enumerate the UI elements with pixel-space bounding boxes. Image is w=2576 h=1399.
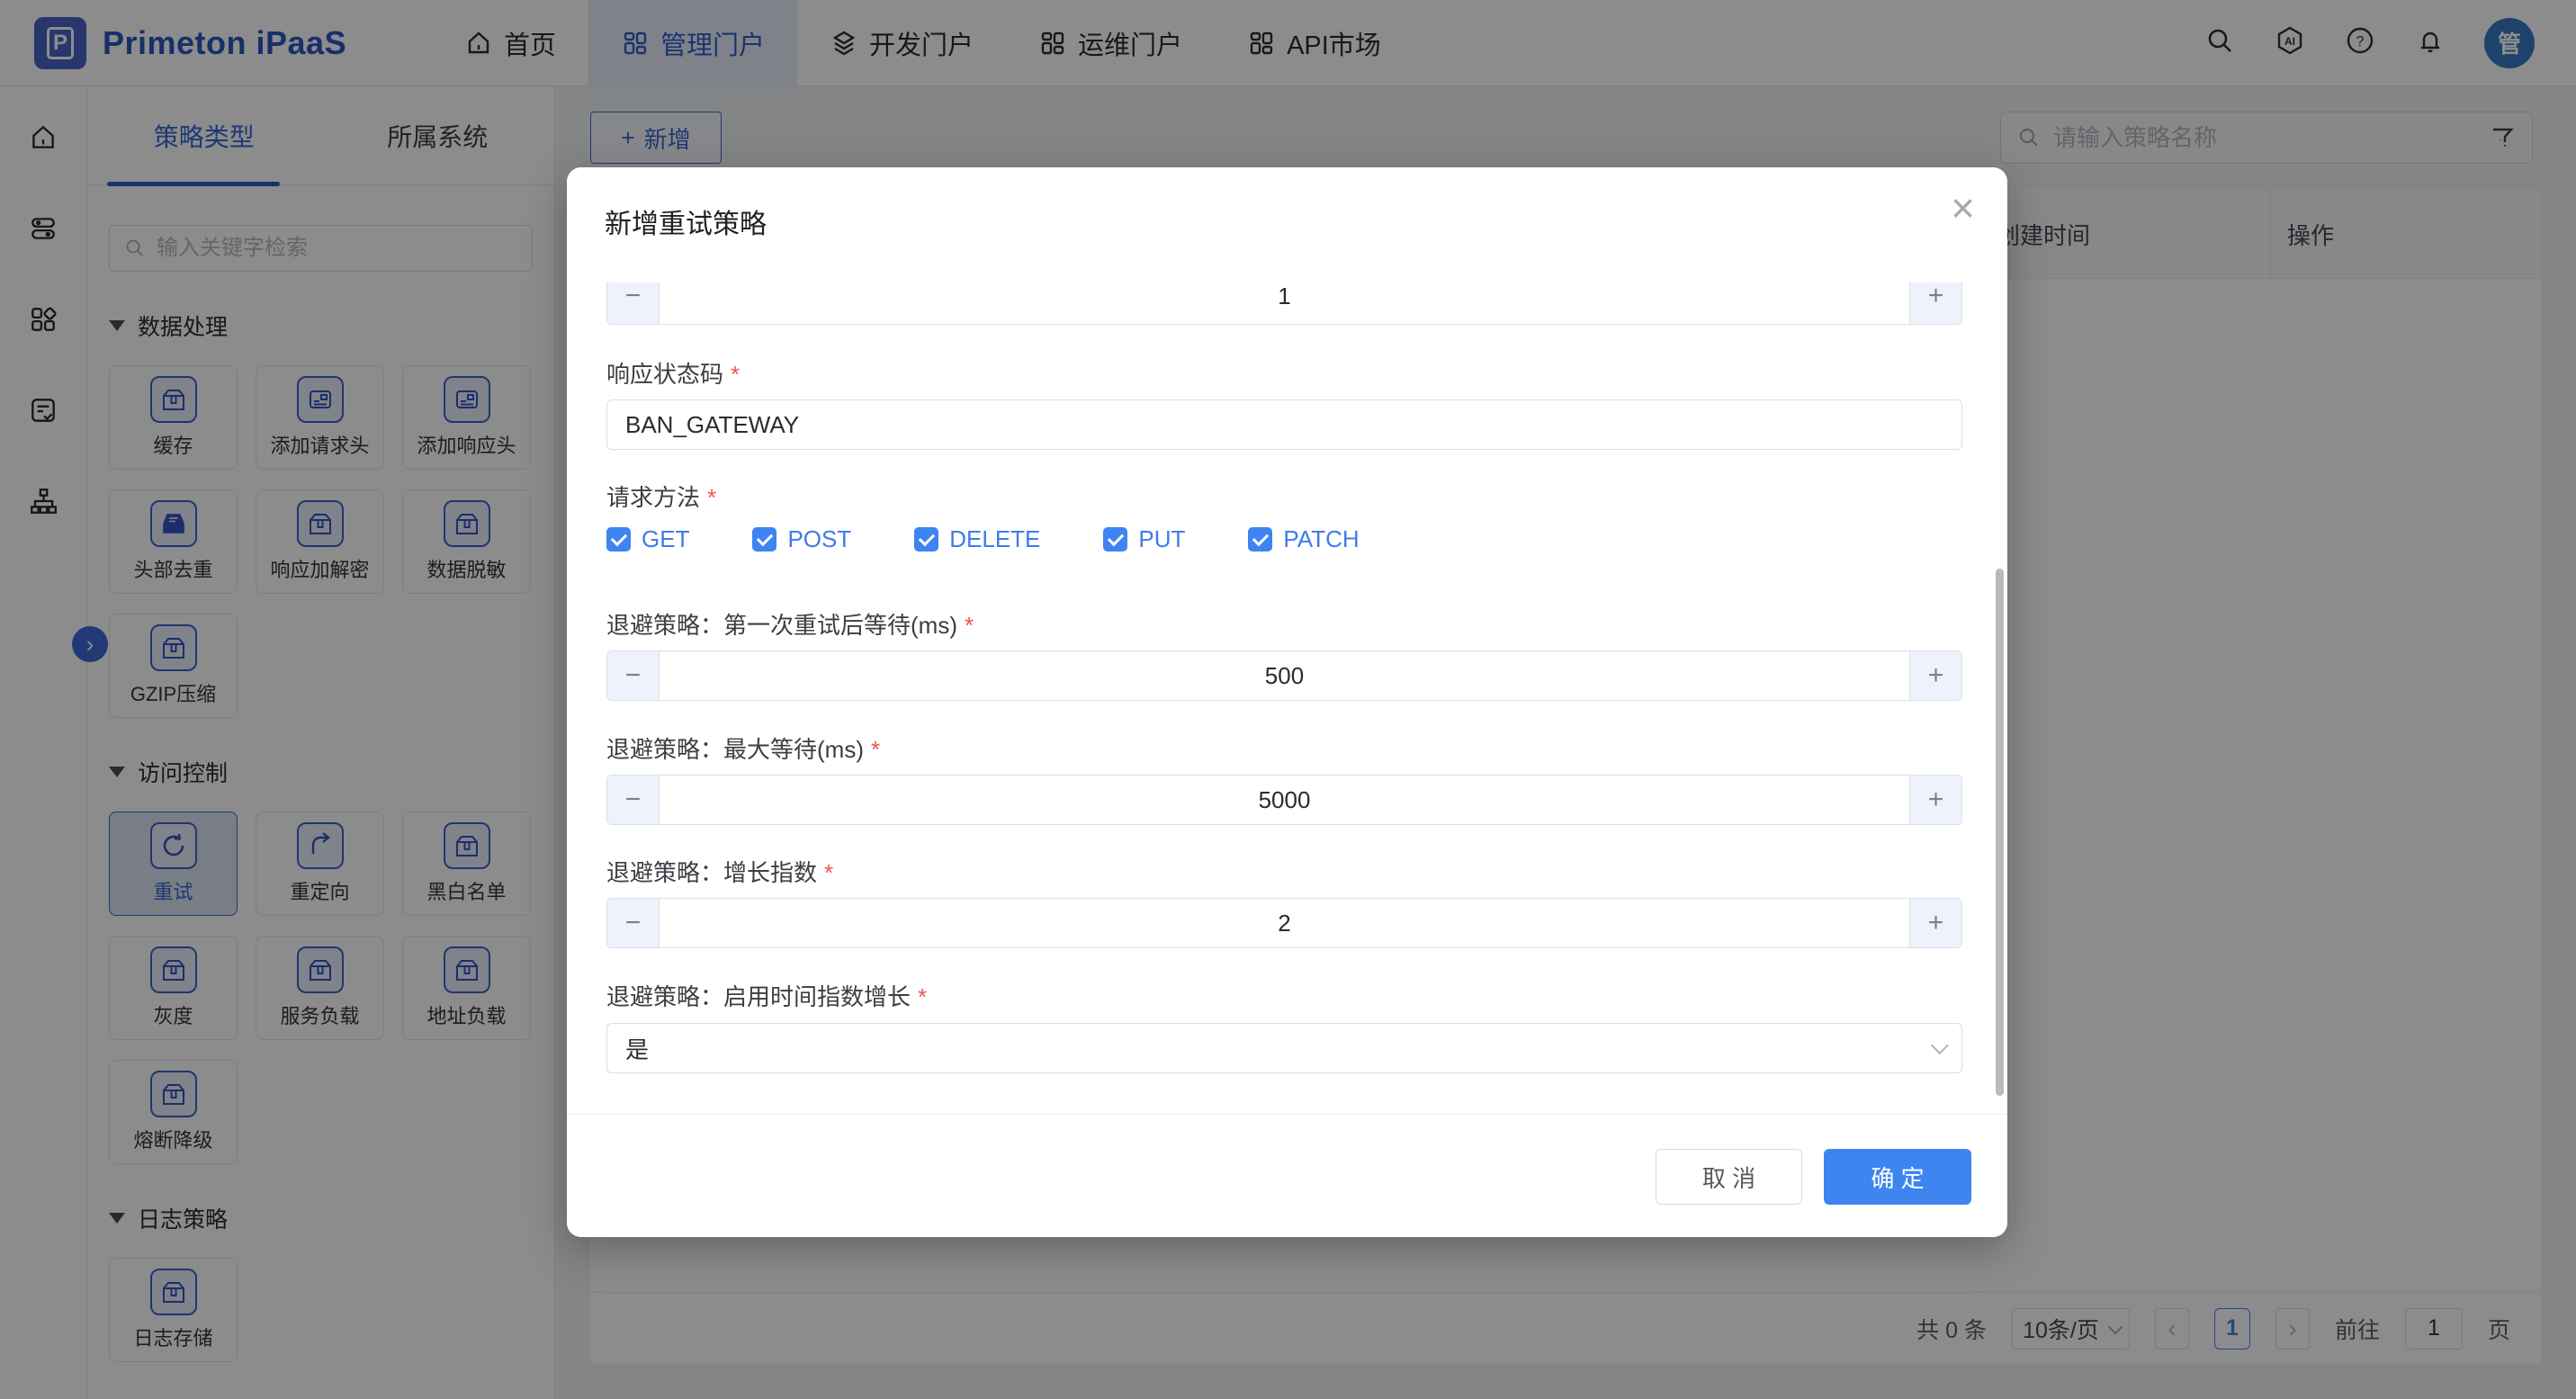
checkbox-checked-icon [606, 527, 631, 552]
label-text: 退避策略：最大等待(ms) [606, 736, 864, 763]
increment-button[interactable]: + [1909, 899, 1961, 947]
enable-exponent-select[interactable]: 是 [606, 1023, 1962, 1073]
method-label: POST [787, 525, 851, 553]
checkbox-checked-icon [1248, 527, 1272, 552]
label-text: 退避策略：增长指数 [606, 859, 817, 886]
app-root: P Primeton iPaaS 首页 管理门户 开发门户 运维门户 [0, 0, 2576, 1399]
method-checkbox-PATCH[interactable]: PATCH [1248, 525, 1359, 553]
modal-footer: 取 消 确 定 [567, 1114, 2007, 1237]
decrement-button[interactable]: − [607, 899, 660, 947]
growth-exponent-stepper: − 2 + [606, 898, 1962, 948]
method-checkbox-PUT[interactable]: PUT [1103, 525, 1185, 553]
label-text: 响应状态码 [606, 361, 723, 388]
add-retry-policy-modal: − 1 + 响应状态码* 请求方法* GETPOSTDELETEPUTPATCH… [567, 167, 2007, 1237]
select-value: 是 [625, 1032, 649, 1065]
required-asterisk: * [707, 484, 716, 511]
status-code-input[interactable] [606, 399, 1962, 450]
label-text: 退避策略：第一次重试后等待(ms) [606, 612, 957, 639]
increment-button[interactable]: + [1909, 651, 1961, 700]
required-asterisk: * [965, 612, 974, 639]
method-checkbox-DELETE[interactable]: DELETE [914, 525, 1040, 553]
max-wait-label: 退避策略：最大等待(ms) * [606, 731, 880, 765]
max-wait-value[interactable]: 5000 [660, 776, 1909, 824]
first-wait-label: 退避策略：第一次重试后等待(ms) * [606, 607, 974, 641]
growth-exponent-label: 退避策略：增长指数 * [606, 855, 833, 888]
decrement-button[interactable]: − [607, 776, 660, 824]
chevron-down-icon [1931, 1036, 1949, 1054]
modal-title: 新增重试策略 [605, 202, 767, 241]
method-label: PUT [1138, 525, 1185, 553]
request-method-checkbox-group: GET POST DELETE PUT PATCH [606, 520, 1360, 558]
method-label: PATCH [1283, 525, 1359, 553]
max-wait-stepper: − 5000 + [606, 775, 1962, 825]
required-asterisk: * [731, 361, 740, 388]
label-text: 退避策略：启用时间指数增长 [606, 983, 911, 1010]
increment-button[interactable]: + [1909, 776, 1961, 824]
growth-exponent-value[interactable]: 2 [660, 899, 1909, 947]
method-label: DELETE [949, 525, 1040, 553]
method-checkbox-POST[interactable]: POST [752, 525, 851, 553]
label-text: 请求方法 [606, 484, 700, 511]
request-method-label: 请求方法 * [606, 480, 716, 513]
status-code-label: 响应状态码 * [606, 356, 740, 390]
confirm-button[interactable]: 确 定 [1824, 1149, 1971, 1205]
first-wait-value[interactable]: 500 [660, 651, 1909, 700]
checkbox-checked-icon [1103, 527, 1127, 552]
cancel-button[interactable]: 取 消 [1656, 1149, 1802, 1205]
required-asterisk: * [824, 859, 833, 886]
enable-exponent-label: 退避策略：启用时间指数增长 * [606, 979, 927, 1012]
checkbox-checked-icon [914, 527, 938, 552]
modal-header: 新增重试策略 × [567, 167, 2007, 282]
decrement-button[interactable]: − [607, 651, 660, 700]
method-checkbox-GET[interactable]: GET [606, 525, 689, 553]
checkbox-checked-icon [752, 527, 776, 552]
method-label: GET [642, 525, 689, 553]
modal-scrollbar[interactable] [1996, 569, 2004, 1096]
required-asterisk: * [918, 983, 927, 1010]
required-asterisk: * [871, 736, 880, 763]
close-icon[interactable]: × [1951, 187, 1975, 229]
first-wait-stepper: − 500 + [606, 650, 1962, 701]
